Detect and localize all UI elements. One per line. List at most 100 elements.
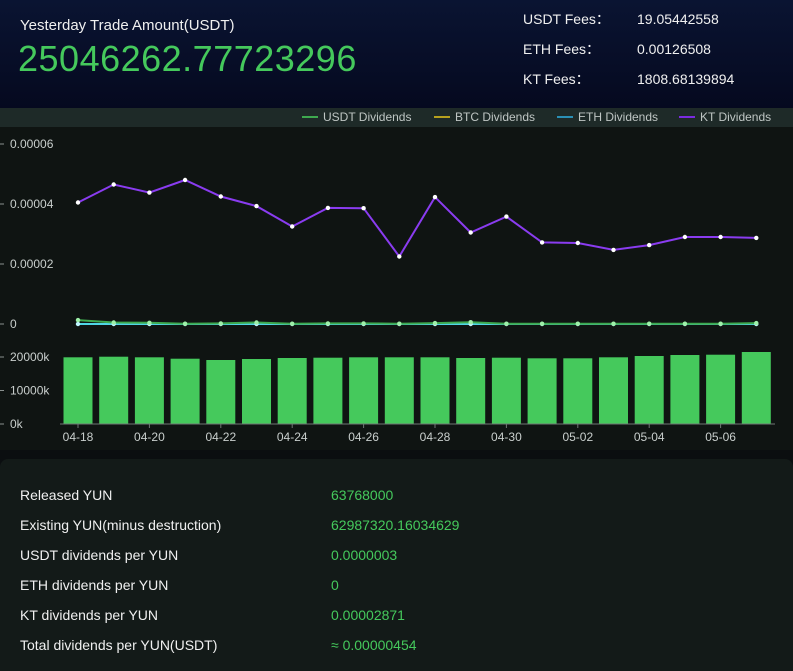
bar — [384, 357, 414, 424]
bar — [527, 358, 557, 424]
fee-label: ETH Fees： — [523, 41, 601, 57]
data-point — [75, 321, 81, 327]
bar — [634, 356, 664, 424]
fee-value: 1808.68139894 — [637, 71, 735, 87]
data-point — [575, 240, 580, 246]
series-line-kt-dividends — [77, 178, 757, 259]
data-point — [290, 224, 295, 229]
bar — [349, 357, 379, 424]
data-point — [611, 247, 616, 253]
bar — [313, 357, 343, 424]
data-point — [754, 235, 759, 241]
data-point — [111, 320, 116, 325]
data-point — [325, 205, 331, 211]
data-point — [218, 321, 223, 326]
info-label: Total dividends per YUN(USDT) — [20, 637, 218, 653]
bar — [170, 358, 200, 424]
bar — [99, 356, 129, 424]
summary-header: Yesterday Trade Amount(USDT) 25046262.77… — [0, 0, 793, 108]
fee-value: 0.00126508 — [637, 41, 711, 57]
data-point — [718, 321, 723, 326]
x-tick-label: 04-22 — [205, 430, 236, 444]
y-tick-label: 0 — [10, 317, 17, 331]
y-tick-label: 0k — [10, 417, 24, 431]
info-value: 63768000 — [331, 487, 394, 503]
y-tick-label: 0.00004 — [10, 197, 54, 211]
info-value: 0.00002871 — [331, 607, 405, 623]
x-tick-label: 05-06 — [705, 430, 736, 444]
data-point — [504, 321, 509, 326]
bar — [134, 357, 164, 424]
data-point — [182, 177, 188, 183]
data-point — [111, 182, 116, 187]
data-point — [397, 321, 402, 326]
data-point — [147, 320, 152, 325]
bar — [63, 357, 93, 424]
info-value: 62987320.16034629 — [331, 517, 460, 533]
x-tick-label: 04-24 — [277, 430, 308, 444]
data-point — [504, 214, 509, 219]
x-tick-label: 05-04 — [634, 430, 665, 444]
info-label: Existing YUN(minus destruction) — [20, 517, 222, 533]
data-point — [182, 321, 188, 326]
fee-label: KT Fees： — [523, 71, 590, 87]
data-point — [682, 234, 688, 240]
fee-label: USDT Fees： — [523, 11, 610, 27]
data-point — [575, 321, 580, 326]
dividends-chart: USDT Dividends BTC Dividends ETH Dividen… — [0, 108, 793, 450]
info-label: ETH dividends per YUN — [20, 577, 169, 593]
info-value: ≈ 0.00000454 — [331, 637, 417, 653]
data-point — [361, 321, 366, 326]
x-tick-label: 04-18 — [63, 430, 94, 444]
x-tick-label: 04-30 — [491, 430, 522, 444]
info-label: Released YUN — [20, 487, 113, 503]
info-value: 0 — [331, 577, 339, 593]
data-point — [468, 320, 473, 325]
yun-info-panel: Released YUN 63768000 Existing YUN(minus… — [0, 459, 793, 671]
bar — [706, 354, 736, 424]
y-tick-label: 10000k — [10, 384, 50, 398]
y-tick-label: 20000k — [10, 350, 50, 364]
info-label: KT dividends per YUN — [20, 607, 158, 623]
fee-value: 19.05442558 — [637, 11, 719, 27]
data-point — [718, 234, 723, 240]
bar — [599, 357, 628, 424]
data-point — [290, 321, 295, 326]
x-tick-label: 04-26 — [348, 430, 379, 444]
data-point — [611, 321, 616, 326]
data-point — [647, 242, 652, 248]
bar — [277, 358, 307, 424]
x-tick-label: 04-20 — [134, 430, 165, 444]
data-point — [539, 321, 545, 326]
data-point — [682, 321, 688, 326]
series-line-usdt-dividends — [77, 319, 757, 325]
bar — [456, 358, 486, 424]
data-point — [647, 321, 652, 326]
data-point — [75, 200, 81, 205]
info-label: USDT dividends per YUN — [20, 547, 179, 563]
data-point — [75, 317, 81, 323]
data-point — [361, 206, 366, 211]
info-value: 0.0000003 — [331, 547, 398, 563]
x-tick-label: 04-28 — [420, 430, 451, 444]
bar — [491, 357, 521, 424]
x-tick-label: 05-02 — [562, 430, 593, 444]
bar — [563, 358, 593, 424]
data-point — [539, 240, 545, 245]
bar — [206, 360, 236, 424]
data-point — [254, 203, 259, 209]
data-point — [432, 320, 438, 326]
data-point — [147, 190, 152, 195]
bar — [670, 355, 700, 424]
trade-amount-label: Yesterday Trade Amount(USDT) — [20, 17, 235, 34]
trade-amount-value: 25046262.77723296 — [18, 38, 357, 79]
data-point — [468, 230, 473, 235]
y-tick-label: 0.00006 — [10, 137, 54, 151]
data-point — [254, 320, 259, 325]
bar — [420, 357, 450, 424]
chart-canvas: 0.00006 0.00004 0.00002 0 20000k 10000k 0k 04-1… — [0, 137, 775, 444]
bar — [242, 359, 271, 424]
data-point — [397, 254, 402, 259]
y-tick-label: 0.00002 — [10, 257, 54, 271]
bar — [741, 352, 771, 424]
